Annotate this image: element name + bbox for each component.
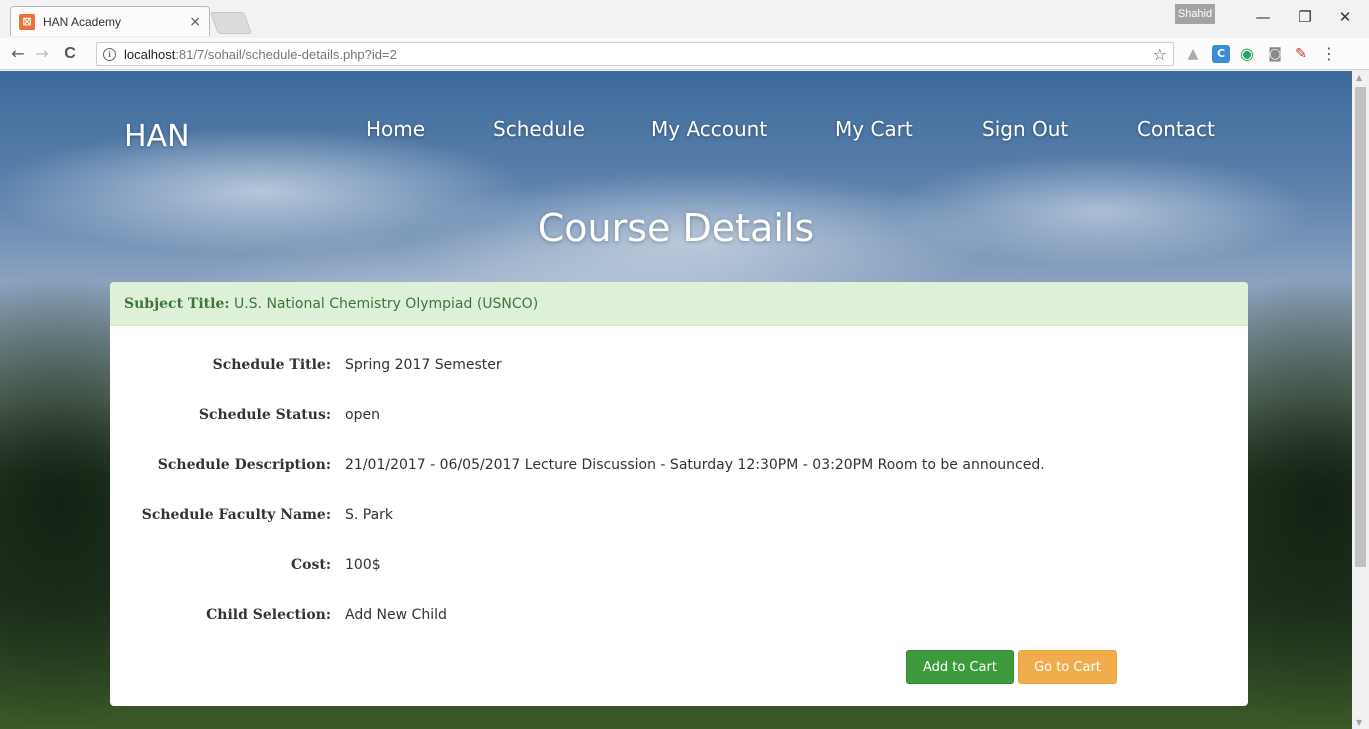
scroll-down-icon[interactable]: ▼	[1356, 718, 1362, 727]
detail-label: Cost:	[291, 557, 331, 573]
detail-label: Schedule Title:	[212, 357, 331, 373]
camera-extension-icon[interactable]: ◙	[1266, 45, 1284, 63]
detail-row-schedule-description: Schedule Description: 21/01/2017 - 06/05…	[110, 457, 1248, 481]
page-scrollbar[interactable]: ▲ ▼	[1352, 71, 1369, 729]
new-tab-button[interactable]	[209, 12, 253, 34]
site-brand[interactable]: HAN	[124, 119, 190, 154]
subject-title-value: U.S. National Chemistry Olympiad (USNCO)	[233, 296, 539, 312]
address-bar[interactable]: i localhost:81/7/sohail/schedule-details…	[96, 42, 1174, 66]
course-details-panel: Subject Title: U.S. National Chemistry O…	[110, 282, 1248, 706]
site-favicon-icon: ⊠	[19, 13, 35, 30]
scroll-up-icon[interactable]: ▲	[1356, 73, 1362, 82]
reload-icon[interactable]: C	[60, 44, 80, 64]
forward-icon[interactable]: →	[32, 44, 52, 64]
browser-tabstrip: ⊠ HAN Academy × Shahid — ❐ ✕	[0, 0, 1369, 38]
nav-contact[interactable]: Contact	[1137, 117, 1215, 141]
detail-row-schedule-title: Schedule Title: Spring 2017 Semester	[110, 357, 1248, 381]
minimize-button[interactable]: —	[1246, 4, 1280, 30]
nav-home[interactable]: Home	[366, 117, 425, 141]
add-to-cart-button[interactable]: Add to Cart	[906, 650, 1014, 684]
url-text: localhost:81/7/sohail/schedule-details.p…	[124, 47, 397, 62]
bookmark-star-icon[interactable]: ☆	[1153, 45, 1167, 64]
extension-c-icon[interactable]: C	[1212, 45, 1230, 63]
page-title: Course Details	[537, 206, 815, 250]
detail-value: open	[345, 407, 380, 423]
go-to-cart-button[interactable]: Go to Cart	[1018, 650, 1117, 684]
back-icon[interactable]: ←	[8, 44, 28, 64]
scroll-thumb[interactable]	[1355, 87, 1366, 567]
detail-row-cost: Cost: 100$	[110, 557, 1248, 581]
nav-my-account[interactable]: My Account	[651, 117, 767, 141]
detail-value: 21/01/2017 - 06/05/2017 Lecture Discussi…	[345, 457, 1045, 473]
browser-toolbar: ← → C i localhost:81/7/sohail/schedule-d…	[0, 38, 1369, 70]
tab-close-icon[interactable]: ×	[189, 14, 201, 30]
url-path: :81/7/sohail/schedule-details.php?id=2	[175, 46, 397, 62]
browser-tab[interactable]: ⊠ HAN Academy ×	[10, 6, 210, 36]
close-window-button[interactable]: ✕	[1328, 4, 1362, 30]
nav-sign-out[interactable]: Sign Out	[982, 117, 1068, 141]
detail-label: Child Selection:	[206, 607, 331, 623]
info-icon[interactable]: i	[103, 47, 116, 61]
nav-my-cart[interactable]: My Cart	[835, 117, 913, 141]
detail-row-child-selection: Child Selection: Add New Child	[110, 607, 1248, 631]
nav-schedule[interactable]: Schedule	[493, 117, 585, 141]
profile-badge[interactable]: Shahid	[1175, 4, 1215, 24]
drive-extension-icon[interactable]: ▲	[1184, 45, 1202, 63]
detail-row-schedule-status: Schedule Status: open	[110, 407, 1248, 431]
subject-title-label: Subject Title:	[124, 296, 230, 312]
url-host: localhost	[124, 46, 176, 62]
detail-label: Schedule Status:	[198, 407, 331, 423]
page-viewport: HAN Home Schedule My Account My Cart Sig…	[0, 71, 1352, 729]
detail-label: Schedule Description:	[157, 457, 331, 473]
restore-button[interactable]: ❐	[1288, 4, 1322, 30]
detail-value: Spring 2017 Semester	[345, 357, 502, 373]
browser-menu-icon[interactable]: ⋮	[1320, 45, 1338, 63]
add-new-child-link[interactable]: Add New Child	[345, 607, 447, 623]
detail-label: Schedule Faculty Name:	[141, 507, 331, 523]
tab-title: HAN Academy	[43, 14, 122, 29]
panel-heading: Subject Title: U.S. National Chemistry O…	[110, 282, 1248, 326]
detail-row-faculty-name: Schedule Faculty Name: S. Park	[110, 507, 1248, 531]
eyedropper-extension-icon[interactable]: ✎	[1292, 45, 1310, 63]
grammarly-extension-icon[interactable]: ◉	[1238, 45, 1256, 63]
detail-value: S. Park	[345, 507, 394, 523]
detail-value: 100$	[345, 557, 381, 573]
